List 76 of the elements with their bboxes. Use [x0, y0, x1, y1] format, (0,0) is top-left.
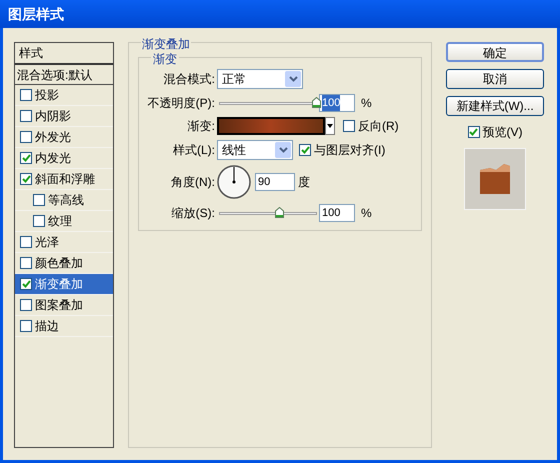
checkbox[interactable]: [343, 120, 355, 132]
dialog-button[interactable]: 新建样式(W)...: [446, 96, 544, 116]
list-item[interactable]: 渐变叠加: [15, 274, 113, 295]
dialog-button[interactable]: 确定: [446, 42, 544, 62]
checkbox[interactable]: [20, 89, 32, 101]
checkmark-icon: [300, 146, 310, 154]
checkbox[interactable]: [20, 257, 32, 269]
list-item[interactable]: 纹理: [15, 211, 113, 232]
checkbox[interactable]: [20, 131, 32, 143]
field-label: 角度(N):: [170, 174, 216, 191]
item-label: 外发光: [35, 129, 71, 146]
list-item[interactable]: 等高线: [15, 190, 113, 211]
number-field[interactable]: 100: [319, 204, 355, 222]
list-item[interactable]: 斜面和浮雕: [15, 169, 113, 190]
checkmark-icon: [22, 175, 30, 183]
caret-icon: [275, 142, 291, 158]
list-item[interactable]: 投影: [15, 85, 113, 106]
list-item[interactable]: 外发光: [15, 127, 113, 148]
list-item[interactable]: 内阴影: [15, 106, 113, 127]
list-item[interactable]: 描边: [15, 316, 113, 337]
unit-label: %: [361, 205, 372, 222]
dropdown-value: 线性: [221, 142, 247, 159]
angle-dial[interactable]: [217, 165, 251, 199]
item-label: 内阴影: [35, 108, 71, 125]
slider[interactable]: [219, 206, 317, 220]
dropdown[interactable]: 线性: [217, 140, 293, 160]
caret-icon[interactable]: [325, 117, 335, 135]
checkbox[interactable]: [468, 126, 480, 138]
checkbox-label: 预览(V): [482, 124, 522, 141]
number-field[interactable]: 90: [255, 173, 295, 191]
item-label: 图案叠加: [35, 297, 83, 314]
checkmark-icon: [469, 128, 478, 136]
checkbox[interactable]: [20, 320, 32, 332]
checkbox[interactable]: [20, 152, 32, 164]
checkbox-label: 与图层对齐(I): [314, 142, 386, 159]
list-item[interactable]: 光泽: [15, 232, 113, 253]
list-header: 样式: [15, 43, 113, 65]
field-label: 混合模式:: [162, 71, 216, 88]
field-label: 样式(L):: [172, 142, 216, 159]
checkbox[interactable]: [20, 110, 32, 122]
unit-label: %: [361, 95, 372, 112]
gradient-swatch[interactable]: [217, 117, 325, 135]
list-item[interactable]: 内发光: [15, 148, 113, 169]
item-label: 内发光: [35, 150, 71, 167]
dropdown[interactable]: 正常: [217, 69, 303, 89]
window-title: 图层样式: [8, 4, 64, 24]
checkbox[interactable]: [33, 215, 45, 227]
slider-thumb[interactable]: [274, 207, 284, 218]
field-label: 不透明度(P):: [146, 95, 216, 112]
list-item[interactable]: 图案叠加: [15, 295, 113, 316]
item-label: 光泽: [35, 234, 59, 251]
item-label: 描边: [35, 318, 59, 335]
item-label: 斜面和浮雕: [35, 171, 95, 188]
preview-swatch-icon: [480, 164, 510, 194]
checkbox-label: 反向(R): [358, 118, 399, 135]
checkmark-icon: [22, 154, 30, 162]
field-label: 缩放(S):: [170, 205, 216, 222]
caret-icon: [285, 71, 301, 87]
item-label: 渐变叠加: [35, 276, 83, 293]
list-item[interactable]: 混合选项:默认: [15, 65, 113, 85]
dropdown-value: 正常: [221, 71, 247, 88]
slider-thumb[interactable]: [312, 97, 321, 108]
checkbox[interactable]: [20, 299, 32, 311]
item-label: 颜色叠加: [35, 255, 83, 272]
dialog-button[interactable]: 取消: [446, 69, 544, 89]
checkbox[interactable]: [20, 236, 32, 248]
item-label: 投影: [35, 87, 59, 104]
item-label: 纹理: [48, 213, 72, 230]
item-label: 等高线: [48, 192, 84, 209]
checkbox[interactable]: [20, 278, 32, 290]
checkmark-icon: [22, 280, 30, 288]
checkbox[interactable]: [20, 173, 32, 185]
checkbox[interactable]: [299, 144, 311, 156]
checkbox[interactable]: [33, 194, 45, 206]
field-label: 渐变:: [186, 118, 216, 135]
unit-label: 度: [298, 174, 310, 191]
